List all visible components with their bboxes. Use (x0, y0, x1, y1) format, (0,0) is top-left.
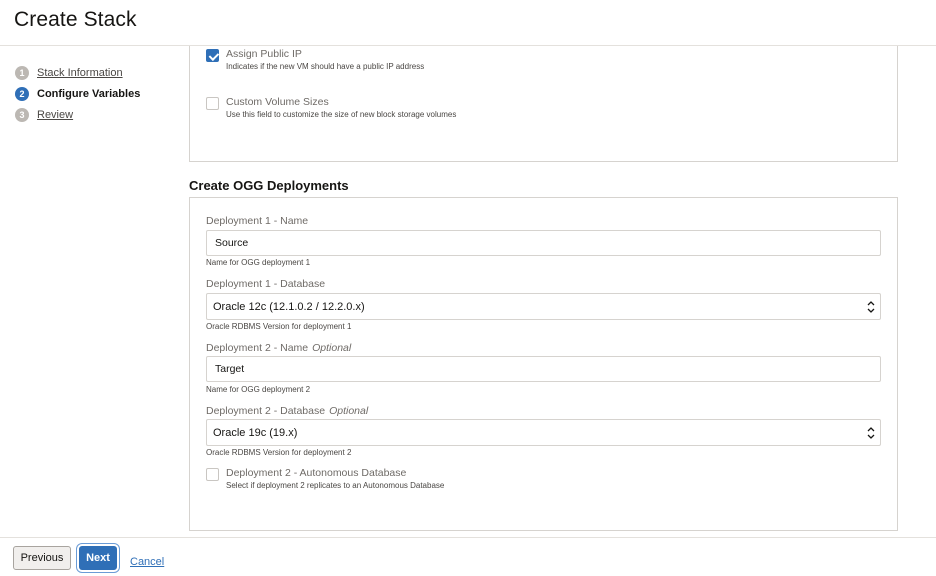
optional-tag: Optional (312, 342, 352, 354)
wizard-footer: Previous Next Cancel (0, 537, 936, 576)
wizard-steps: 1 Stack Information 2 Configure Variable… (15, 62, 140, 125)
optional-tag: Optional (329, 405, 369, 417)
dep2-autonomous-checkbox[interactable] (206, 468, 219, 481)
dep2-db-select[interactable]: Oracle 19c (19.x) (206, 419, 881, 446)
dep1-db-value: Oracle 12c (12.1.0.2 / 12.2.0.x) (213, 300, 365, 313)
dep2-name-help: Name for OGG deployment 2 (206, 385, 311, 394)
dep2-db-label-text: Deployment 2 - Database (206, 405, 326, 417)
dep2-autonomous-help: Select if deployment 2 replicates to an … (226, 481, 445, 490)
step-label[interactable]: Stack Information (37, 67, 123, 79)
ogg-section-title: Create OGG Deployments (189, 178, 349, 193)
dep1-name-input[interactable]: Source (206, 230, 881, 256)
dep2-name-label: Deployment 2 - Name Optional (206, 342, 351, 354)
assign-public-ip-label: Assign Public IP (226, 48, 302, 60)
step-label[interactable]: Review (37, 109, 73, 121)
step-review[interactable]: 3 Review (15, 104, 140, 125)
dep1-db-select[interactable]: Oracle 12c (12.1.0.2 / 12.2.0.x) (206, 293, 881, 320)
assign-public-ip-checkbox[interactable] (206, 49, 219, 62)
dep1-db-label-text: Deployment 1 - Database (206, 278, 326, 290)
dep2-autonomous-label: Deployment 2 - Autonomous Database (226, 467, 407, 479)
step-label: Configure Variables (37, 87, 141, 100)
page-header: Create Stack (0, 0, 936, 46)
step-stack-information[interactable]: 1 Stack Information (15, 62, 140, 83)
assign-public-ip-help: Indicates if the new VM should have a pu… (226, 62, 425, 71)
dep1-db-help: Oracle RDBMS Version for deployment 1 (206, 322, 352, 331)
custom-volume-sizes-help: Use this field to customize the size of … (226, 110, 457, 119)
ogg-deployments-panel: Deployment 1 - Name Source Name for OGG … (189, 197, 898, 531)
step-number-3: 3 (15, 107, 29, 122)
dep2-db-label: Deployment 2 - Database Optional (206, 405, 368, 417)
create-stack-page: Create Stack 1 Stack Information 2 Confi… (0, 0, 936, 576)
dep2-db-value: Oracle 19c (19.x) (213, 426, 298, 439)
instance-options-panel: Assign Public IP Indicates if the new VM… (189, 46, 898, 162)
dep1-name-label-text: Deployment 1 - Name (206, 215, 309, 227)
dep2-name-label-text: Deployment 2 - Name (206, 342, 309, 354)
dep2-name-input[interactable]: Target (206, 356, 881, 382)
dep1-name-help: Name for OGG deployment 1 (206, 258, 311, 267)
custom-volume-sizes-checkbox[interactable] (206, 97, 219, 110)
dep1-db-label: Deployment 1 - Database (206, 278, 325, 290)
previous-button[interactable]: Previous (13, 546, 71, 570)
cancel-link[interactable]: Cancel (130, 550, 164, 574)
dep2-db-help: Oracle RDBMS Version for deployment 2 (206, 448, 352, 457)
dep1-name-label: Deployment 1 - Name (206, 215, 308, 227)
step-number-2: 2 (15, 86, 29, 101)
chevron-up-down-icon (867, 427, 875, 439)
next-button[interactable]: Next (79, 546, 117, 570)
page-title: Create Stack (14, 8, 137, 31)
step-number-1: 1 (15, 65, 29, 80)
step-configure-variables: 2 Configure Variables (15, 83, 140, 104)
chevron-up-down-icon (867, 301, 875, 313)
custom-volume-sizes-label: Custom Volume Sizes (226, 96, 329, 108)
